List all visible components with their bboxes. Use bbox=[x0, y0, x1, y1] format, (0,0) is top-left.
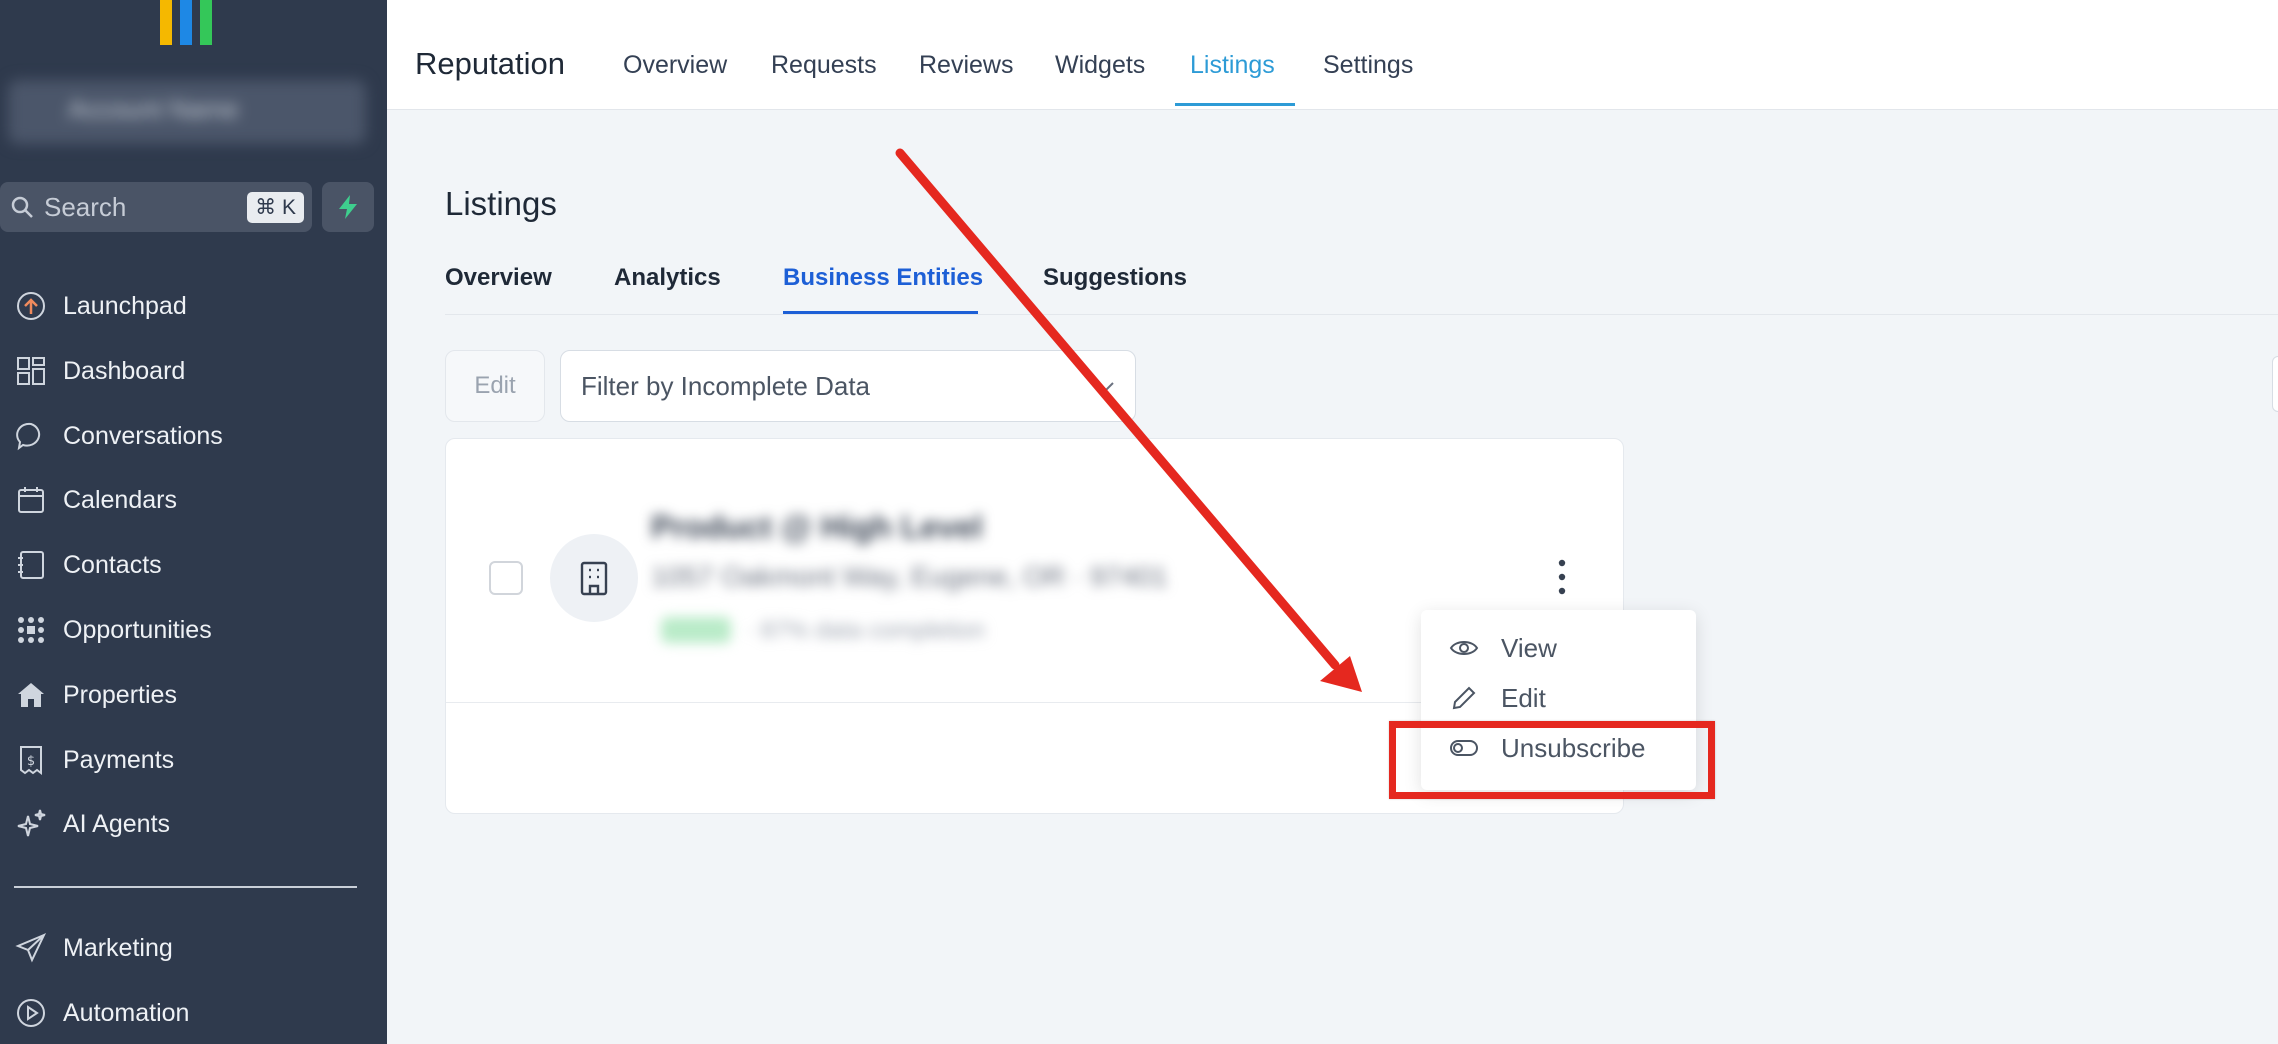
tab-widgets[interactable]: Widgets bbox=[1055, 51, 1145, 80]
entity-info-redacted: · 87% data completion bbox=[746, 617, 985, 644]
launchpad-icon bbox=[14, 289, 48, 323]
filter-placeholder: Filter by Incomplete Data bbox=[581, 370, 871, 401]
chat-icon bbox=[14, 419, 48, 453]
pencil-icon bbox=[1449, 683, 1479, 713]
subtab-analytics[interactable]: Analytics bbox=[614, 264, 721, 292]
bolt-icon bbox=[339, 195, 357, 219]
menu-item-view[interactable]: View bbox=[1449, 628, 1557, 668]
calendar-icon bbox=[14, 483, 48, 517]
active-tab-indicator bbox=[1175, 103, 1295, 106]
sidebar-item-opportunities[interactable]: Opportunities bbox=[0, 602, 387, 658]
search-icon bbox=[11, 196, 33, 218]
tab-settings[interactable]: Settings bbox=[1323, 51, 1413, 80]
sidebar-item-payments[interactable]: $ Payments bbox=[0, 732, 387, 788]
sidebar-item-dashboard[interactable]: Dashboard bbox=[0, 343, 387, 399]
sidebar-item-automation[interactable]: Automation bbox=[0, 985, 387, 1041]
tab-listings[interactable]: Listings bbox=[1190, 51, 1275, 80]
entity-address-redacted: 1057 Oakmont Way, Eugene, OR · 97401 bbox=[651, 561, 1168, 592]
tab-overview[interactable]: Overview bbox=[623, 51, 727, 80]
chevron-down-icon bbox=[1098, 382, 1114, 392]
search-shortcut: ⌘ K bbox=[247, 191, 304, 223]
sidebar-item-ai-agents[interactable]: AI Agents bbox=[0, 796, 387, 852]
send-icon bbox=[14, 931, 48, 965]
account-switcher[interactable]: Account Name bbox=[8, 80, 366, 144]
sidebar: Account Name Search ⌘ K Launchpad Dashbo… bbox=[0, 0, 387, 1044]
search-placeholder: Search bbox=[44, 191, 127, 222]
sidebar-item-launchpad[interactable]: Launchpad bbox=[0, 278, 387, 334]
payments-icon: $ bbox=[14, 743, 48, 777]
tab-reviews[interactable]: Reviews bbox=[919, 51, 1013, 80]
subtab-divider bbox=[445, 314, 2278, 315]
subtab-business-entities[interactable]: Business Entities bbox=[783, 264, 983, 292]
opportunities-icon bbox=[14, 613, 48, 647]
app-logo bbox=[158, 0, 214, 45]
more-options-icon[interactable] bbox=[1552, 557, 1572, 597]
menu-item-edit[interactable]: Edit bbox=[1449, 678, 1546, 718]
select-checkbox[interactable] bbox=[489, 561, 523, 595]
svg-text:$: $ bbox=[27, 754, 35, 769]
play-circle-icon bbox=[14, 996, 48, 1030]
sidebar-item-properties[interactable]: Properties bbox=[0, 667, 387, 723]
sidebar-divider bbox=[14, 886, 357, 888]
annotation-highlight-box bbox=[1389, 721, 1715, 799]
home-icon bbox=[14, 678, 48, 712]
tab-requests[interactable]: Requests bbox=[771, 51, 877, 80]
building-icon bbox=[550, 534, 638, 622]
active-subtab-indicator bbox=[783, 311, 978, 314]
listings-title: Listings bbox=[445, 185, 557, 222]
subtab-overview[interactable]: Overview bbox=[445, 264, 552, 292]
subtab-suggestions[interactable]: Suggestions bbox=[1043, 264, 1187, 292]
sparkle-icon bbox=[14, 807, 48, 841]
entity-name-redacted: Product @ High Level bbox=[651, 509, 983, 545]
top-navigation: Reputation Overview Requests Reviews Wid… bbox=[387, 0, 2278, 110]
dashboard-icon bbox=[14, 354, 48, 388]
sidebar-item-calendars[interactable]: Calendars bbox=[0, 472, 387, 528]
sidebar-item-contacts[interactable]: Contacts bbox=[0, 537, 387, 593]
status-badge-redacted bbox=[661, 617, 731, 643]
sidebar-item-conversations[interactable]: Conversations bbox=[0, 408, 387, 464]
eye-icon bbox=[1449, 633, 1479, 663]
page-section-title: Reputation bbox=[415, 46, 565, 81]
search-bar[interactable]: Search ⌘ K bbox=[0, 182, 312, 232]
offscreen-control[interactable] bbox=[2272, 356, 2278, 412]
sidebar-item-marketing[interactable]: Marketing bbox=[0, 920, 387, 976]
bulk-edit-button[interactable]: Edit bbox=[445, 350, 545, 422]
quick-action-button[interactable] bbox=[322, 182, 374, 232]
incomplete-data-filter[interactable]: Filter by Incomplete Data bbox=[560, 350, 1136, 422]
contacts-icon bbox=[14, 548, 48, 582]
